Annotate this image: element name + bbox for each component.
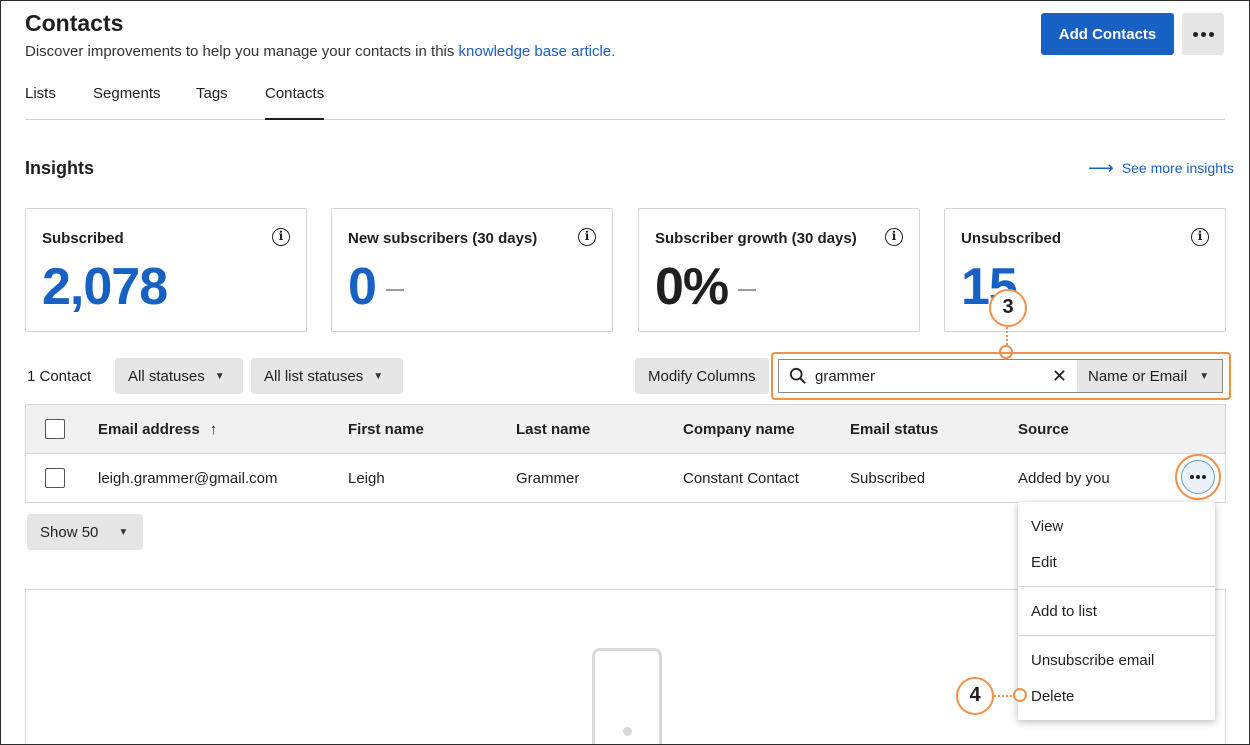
status-filter-dropdown[interactable]: All statuses ▼ bbox=[115, 358, 243, 394]
knowledge-base-link[interactable]: knowledge base article. bbox=[459, 43, 616, 60]
callout-badge-3: 3 bbox=[989, 289, 1027, 327]
chevron-down-icon: ▼ bbox=[118, 526, 129, 538]
phone-illustration-icon bbox=[592, 648, 662, 745]
page-more-options-button[interactable] bbox=[1182, 13, 1224, 55]
cell-last-name: Grammer bbox=[516, 470, 580, 487]
more-dot-icon bbox=[1208, 31, 1214, 37]
row-actions-inner[interactable] bbox=[1181, 460, 1215, 494]
search-field[interactable]: ✕ bbox=[778, 359, 1078, 393]
card-value-wrap: 0% bbox=[655, 257, 757, 317]
more-dot-icon bbox=[1192, 31, 1198, 37]
column-header-email[interactable]: Email address ↑ bbox=[98, 421, 217, 438]
card-value-wrap: 0 bbox=[348, 257, 404, 317]
menu-divider bbox=[1018, 635, 1215, 636]
insight-card-unsubscribed: Unsubscribed i 15 bbox=[944, 208, 1226, 332]
dropdown-label: Show 50 bbox=[40, 523, 99, 541]
tab-tags[interactable]: Tags bbox=[196, 84, 228, 119]
cell-company: Constant Contact bbox=[683, 470, 799, 487]
info-icon[interactable]: i bbox=[272, 228, 290, 246]
column-label: Email address bbox=[98, 421, 200, 438]
menu-item-edit[interactable]: Edit bbox=[1031, 554, 1057, 571]
card-value: 2,078 bbox=[42, 258, 168, 316]
tab-segments[interactable]: Segments bbox=[93, 84, 161, 119]
info-icon[interactable]: i bbox=[578, 228, 596, 246]
see-more-label: See more insights bbox=[1121, 160, 1234, 176]
close-icon[interactable]: ✕ bbox=[1052, 366, 1067, 386]
cell-email-status: Subscribed bbox=[850, 470, 926, 487]
row-checkbox[interactable] bbox=[45, 468, 65, 488]
search-type-dropdown[interactable]: Name or Email ▼ bbox=[1077, 359, 1223, 393]
list-status-filter-dropdown[interactable]: All list statuses ▼ bbox=[251, 358, 403, 394]
insight-card-new-subscribers: New subscribers (30 days) i 0 bbox=[331, 208, 613, 332]
card-value: 0% bbox=[655, 258, 729, 316]
chevron-down-icon: ▼ bbox=[373, 370, 384, 382]
cell-email[interactable]: leigh.grammer@gmail.com bbox=[98, 470, 277, 487]
more-dot-icon bbox=[1196, 475, 1200, 479]
dropdown-label: All statuses bbox=[128, 367, 205, 385]
info-icon[interactable]: i bbox=[885, 228, 903, 246]
card-value: 0 bbox=[348, 258, 377, 316]
insight-card-subscriber-growth: Subscriber growth (30 days) i 0% bbox=[638, 208, 920, 332]
add-contacts-button[interactable]: Add Contacts bbox=[1041, 13, 1174, 55]
table-header: Email address ↑ First name Last name Comp… bbox=[26, 405, 1225, 454]
arrow-right-icon: ⟶ bbox=[1088, 158, 1114, 178]
more-dot-icon bbox=[1200, 31, 1206, 37]
tab-bar: Lists Segments Tags Contacts bbox=[25, 84, 1225, 120]
modify-columns-button[interactable]: Modify Columns bbox=[635, 358, 769, 394]
card-label: Subscribed bbox=[42, 230, 124, 247]
info-icon[interactable]: i bbox=[1191, 228, 1209, 246]
see-more-insights-link[interactable]: ⟶ See more insights bbox=[1088, 158, 1234, 178]
select-all-checkbox[interactable] bbox=[45, 419, 65, 439]
dropdown-label: All list statuses bbox=[264, 367, 364, 385]
more-dot-icon bbox=[1190, 475, 1194, 479]
contacts-table: Email address ↑ First name Last name Comp… bbox=[25, 404, 1226, 503]
menu-item-view[interactable]: View bbox=[1031, 518, 1063, 535]
callout-badge-4: 4 bbox=[956, 677, 994, 715]
tab-lists[interactable]: Lists bbox=[25, 84, 56, 119]
insight-card-subscribed: Subscribed i 2,078 bbox=[25, 208, 307, 332]
column-header-last-name[interactable]: Last name bbox=[516, 421, 590, 438]
callout-anchor-ring bbox=[1013, 688, 1027, 702]
arrow-up-icon: ↑ bbox=[209, 421, 218, 438]
card-label: New subscribers (30 days) bbox=[348, 230, 538, 247]
row-actions-button[interactable] bbox=[1175, 454, 1221, 500]
description-text: Discover improvements to help you manage… bbox=[25, 43, 459, 60]
page-description: Discover improvements to help you manage… bbox=[25, 43, 615, 60]
cell-first-name: Leigh bbox=[348, 470, 385, 487]
dropdown-label: Name or Email bbox=[1088, 367, 1188, 385]
card-label: Subscriber growth (30 days) bbox=[655, 230, 857, 247]
contact-count: 1 Contact bbox=[27, 368, 92, 385]
menu-item-unsubscribe[interactable]: Unsubscribe email bbox=[1031, 652, 1154, 669]
tab-contacts[interactable]: Contacts bbox=[265, 84, 325, 120]
cell-source: Added by you bbox=[1018, 470, 1110, 487]
dash-icon bbox=[738, 289, 757, 292]
menu-item-add-to-list[interactable]: Add to list bbox=[1031, 603, 1097, 620]
search-icon bbox=[789, 367, 806, 384]
more-dot-icon bbox=[1202, 475, 1206, 479]
search-input[interactable] bbox=[815, 366, 1040, 386]
chevron-down-icon: ▼ bbox=[214, 370, 225, 382]
column-header-first-name[interactable]: First name bbox=[348, 421, 424, 438]
page-size-dropdown[interactable]: Show 50 ▼ bbox=[27, 514, 143, 550]
chevron-down-icon: ▼ bbox=[1199, 370, 1210, 382]
row-action-menu: View Edit Add to list Unsubscribe email … bbox=[1018, 502, 1215, 720]
column-header-source[interactable]: Source bbox=[1018, 421, 1069, 438]
card-label: Unsubscribed bbox=[961, 230, 1062, 247]
phone-button-icon bbox=[623, 727, 632, 736]
menu-item-delete[interactable]: Delete bbox=[1031, 688, 1074, 705]
callout-connector bbox=[1006, 327, 1008, 345]
column-header-email-status[interactable]: Email status bbox=[850, 421, 938, 438]
column-header-company[interactable]: Company name bbox=[683, 421, 795, 438]
insights-title: Insights bbox=[25, 158, 95, 178]
page-title: Contacts bbox=[25, 10, 124, 36]
menu-divider bbox=[1018, 586, 1215, 587]
dash-icon bbox=[385, 289, 404, 292]
